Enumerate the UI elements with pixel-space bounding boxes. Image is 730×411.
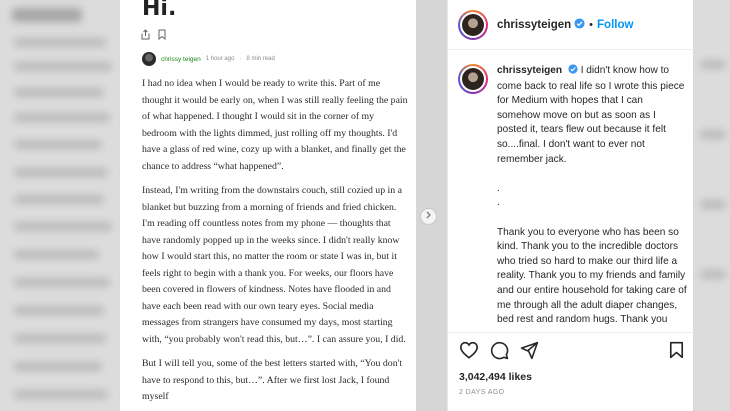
caption-photo <box>462 68 484 90</box>
caption-text: chrissyteigen I didn't know how to come … <box>497 64 687 326</box>
bookmark-icon[interactable] <box>669 341 684 364</box>
profile-photo <box>462 13 484 36</box>
article-paragraph: I had no idea when I would be ready to w… <box>142 78 408 172</box>
article-time: 1 hour ago <box>205 56 235 62</box>
share-icon[interactable] <box>520 341 539 365</box>
post-timestamp: 2 DAYS AGO <box>459 389 505 396</box>
chevron-right-icon <box>425 211 432 222</box>
article-paragraph: But I will tell you, some of the best le… <box>142 358 403 402</box>
article-paragraph: Instead, I'm writing from the downstairs… <box>142 185 406 345</box>
article-author-row: chrissy teigen 1 hour ago · 8 min read <box>142 52 275 66</box>
instagram-post-panel: chrissyteigen • Follow chrissyteigen I d… <box>447 0 694 411</box>
comment-icon[interactable] <box>490 341 509 365</box>
verified-badge-icon <box>568 64 578 80</box>
bookmark-article-icon <box>158 27 166 45</box>
caption-line: I didn't know how to come back to real l… <box>497 65 685 165</box>
caption-username[interactable]: chrissyteigen <box>497 65 562 76</box>
article-title: Hi. <box>142 0 177 21</box>
post-actions: 3,042,494 likes 2 DAYS AGO <box>448 332 694 411</box>
article-body: I had no idea when I would be ready to w… <box>142 76 410 411</box>
meta-separator: · <box>239 56 242 62</box>
share-article-icon <box>141 27 150 45</box>
header-username[interactable]: chrissyteigen <box>497 19 571 31</box>
profile-avatar[interactable] <box>458 9 488 40</box>
verified-badge-icon <box>574 16 585 34</box>
caption-line: Thank you to everyone who has been so ki… <box>497 226 687 326</box>
article-tools <box>141 27 166 45</box>
medium-article-image: Hi. chrissy teigen 1 hour ago · 8 min re… <box>120 0 416 411</box>
caption-line: . <box>497 197 500 209</box>
header-dot: • <box>589 18 594 31</box>
action-icons-row <box>459 341 539 365</box>
likes-count[interactable]: 3,042,494 likes <box>459 371 532 383</box>
read-time: 8 min read <box>246 56 275 62</box>
author-avatar <box>142 52 156 66</box>
caption-avatar[interactable] <box>458 64 488 94</box>
post-header: chrissyteigen • Follow <box>448 0 694 50</box>
carousel-next-button[interactable] <box>420 208 437 225</box>
follow-button[interactable]: Follow <box>597 19 633 31</box>
author-name: chrissy teigen <box>161 55 201 63</box>
post-caption: chrissyteigen I didn't know how to come … <box>458 64 688 326</box>
caption-line: . <box>497 182 500 194</box>
heart-icon[interactable] <box>459 341 479 365</box>
